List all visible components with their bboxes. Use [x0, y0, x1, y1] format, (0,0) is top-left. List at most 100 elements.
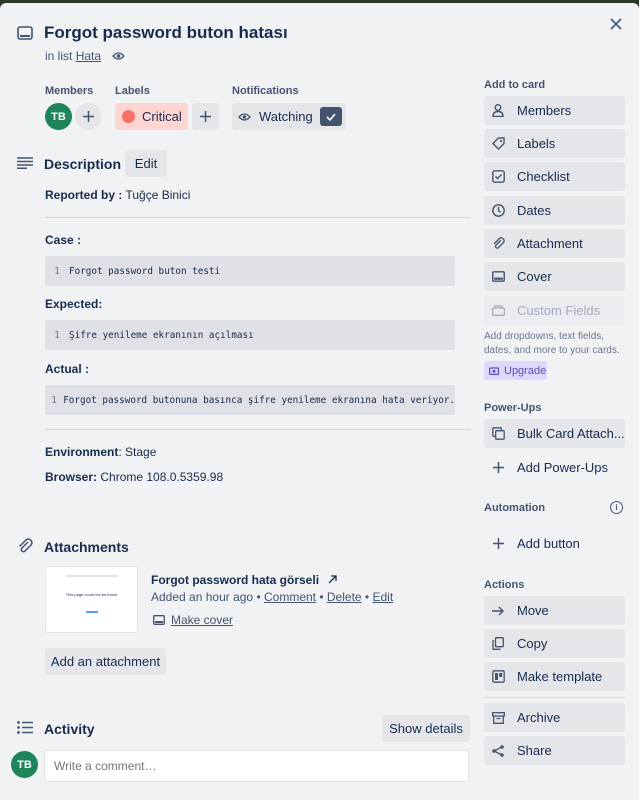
card-detail-window: Forgot password buton hatası in list Hat… — [0, 3, 639, 800]
add-member-button[interactable] — [75, 103, 102, 130]
attachment-added: Added an hour ago — [151, 590, 254, 604]
reported-by: Reported by : Tuğçe Binici — [45, 188, 190, 202]
close-icon[interactable] — [609, 17, 623, 31]
attachment-name[interactable]: Forgot password hata görseli — [151, 573, 338, 587]
sidebar-make-template-button[interactable]: Make template — [484, 662, 625, 691]
case-code-block: 1 Forgot password buton testi — [45, 256, 455, 286]
sidebar-members-button[interactable]: Members — [484, 96, 625, 125]
sidebar-divider — [484, 697, 625, 698]
attachment-thumbnail[interactable]: This page could not be found — [45, 566, 138, 633]
attachment-edit-link[interactable]: Edit — [372, 590, 393, 604]
custom-fields-icon — [491, 304, 505, 318]
in-list-text: in list Hata — [45, 49, 101, 63]
sidebar-labels-label: Labels — [517, 136, 556, 151]
arrow-right-icon — [491, 604, 505, 618]
powerups-heading: Power-Ups — [484, 402, 542, 414]
actual-code-text: Forgot password butonuna basınca şifre y… — [63, 394, 455, 406]
upgrade-label: Upgrade — [504, 364, 547, 377]
thumbnail-line — [66, 575, 118, 577]
watch-button[interactable]: Watching — [232, 103, 346, 130]
sidebar-cover-button[interactable]: Cover — [484, 262, 625, 291]
sidebar-dates-button[interactable]: Dates — [484, 196, 625, 225]
sidebar-archive-button[interactable]: Archive — [484, 703, 625, 732]
description-heading: Description — [44, 156, 122, 172]
reported-by-label: Reported by : — [45, 188, 123, 202]
sidebar-move-label: Move — [517, 603, 549, 618]
thumbnail-button — [86, 611, 98, 613]
sidebar-add-powerups-label: Add Power-Ups — [517, 460, 609, 475]
external-link-icon — [328, 575, 338, 584]
sidebar-share-label: Share — [517, 743, 552, 758]
checklist-icon — [491, 170, 505, 184]
plus-icon — [83, 111, 94, 122]
plus-icon — [491, 537, 505, 551]
sidebar-add-button-button[interactable]: Add button — [484, 529, 625, 558]
attachments-heading: Attachments — [44, 539, 129, 555]
card-title[interactable]: Forgot password buton hatası — [44, 23, 288, 43]
sidebar-add-button-label: Add button — [517, 536, 580, 551]
sidebar-attachment-label: Attachment — [517, 236, 583, 251]
info-icon[interactable]: i — [610, 501, 623, 514]
divider — [45, 429, 471, 430]
labels-label: Labels — [115, 85, 150, 97]
comment-input[interactable] — [44, 750, 469, 782]
label-critical-name: Critical — [142, 109, 182, 124]
label-critical[interactable]: Critical — [115, 103, 188, 130]
plus-icon — [491, 461, 505, 475]
add-attachment-button[interactable]: Add an attachment — [45, 648, 166, 675]
divider — [45, 217, 471, 218]
sidebar-dates-label: Dates — [517, 203, 551, 218]
expected-code-block: 1 Şifre yenileme ekranının açılması — [45, 320, 455, 350]
line-number: 1 — [54, 329, 60, 341]
sidebar-cover-label: Cover — [517, 269, 552, 284]
sidebar-labels-button[interactable]: Labels — [484, 129, 625, 158]
sidebar-checklist-button[interactable]: Checklist — [484, 162, 625, 191]
sidebar-add-powerups-button[interactable]: Add Power-Ups — [484, 453, 625, 482]
sidebar-attachment-button[interactable]: Attachment — [484, 229, 625, 258]
sidebar-copy-label: Copy — [517, 636, 548, 651]
show-details-button[interactable]: Show details — [382, 715, 470, 742]
person-icon — [491, 104, 505, 118]
archive-icon — [491, 711, 505, 725]
paperclip-icon — [17, 538, 33, 554]
case-label: Case : — [45, 233, 82, 247]
sidebar-checklist-label: Checklist — [517, 169, 570, 184]
cover-icon — [153, 615, 165, 625]
upgrade-button[interactable]: Upgrade — [484, 361, 547, 380]
in-list-prefix: in list — [45, 49, 73, 63]
sidebar-bulk-card-attach-button[interactable]: Bulk Card Attach... — [484, 419, 625, 448]
activity-heading: Activity — [44, 721, 95, 737]
cover-icon — [491, 270, 505, 284]
eye-icon — [238, 112, 251, 121]
separator: • — [319, 590, 324, 604]
browser-line: Browser: Chrome 108.0.5359.98 — [45, 470, 223, 484]
copy-icon — [491, 637, 505, 651]
actions-heading: Actions — [484, 579, 525, 591]
clock-icon — [491, 204, 505, 218]
description-edit-button[interactable]: Edit — [125, 150, 167, 177]
activity-icon — [17, 721, 33, 734]
attachment-comment-link[interactable]: Comment — [264, 590, 316, 604]
upgrade-icon — [489, 367, 499, 375]
member-avatar[interactable]: TB — [45, 103, 72, 130]
attachment-delete-link[interactable]: Delete — [327, 590, 362, 604]
sidebar-copy-button[interactable]: Copy — [484, 629, 625, 658]
template-icon — [491, 670, 505, 684]
sidebar-move-button[interactable]: Move — [484, 596, 625, 625]
list-link[interactable]: Hata — [76, 49, 101, 63]
browser-value: Chrome 108.0.5359.98 — [100, 470, 224, 484]
automation-heading: Automation — [484, 502, 546, 514]
add-label-button[interactable] — [192, 103, 219, 130]
line-number: 1 — [54, 265, 60, 277]
separator: • — [256, 590, 261, 604]
add-to-card-heading: Add to card — [484, 79, 546, 91]
sidebar-archive-label: Archive — [517, 710, 561, 725]
reported-by-value: Tuğçe Binici — [125, 188, 191, 202]
environment-line: Environment: Stage — [45, 445, 156, 459]
attachment-meta: Added an hour ago • Comment • Delete • E… — [151, 590, 393, 604]
members-label: Members — [45, 85, 94, 97]
expected-label: Expected: — [45, 297, 103, 311]
sidebar-share-button[interactable]: Share — [484, 736, 625, 765]
make-cover-link[interactable]: Make cover — [153, 613, 233, 627]
card-icon — [17, 26, 33, 40]
